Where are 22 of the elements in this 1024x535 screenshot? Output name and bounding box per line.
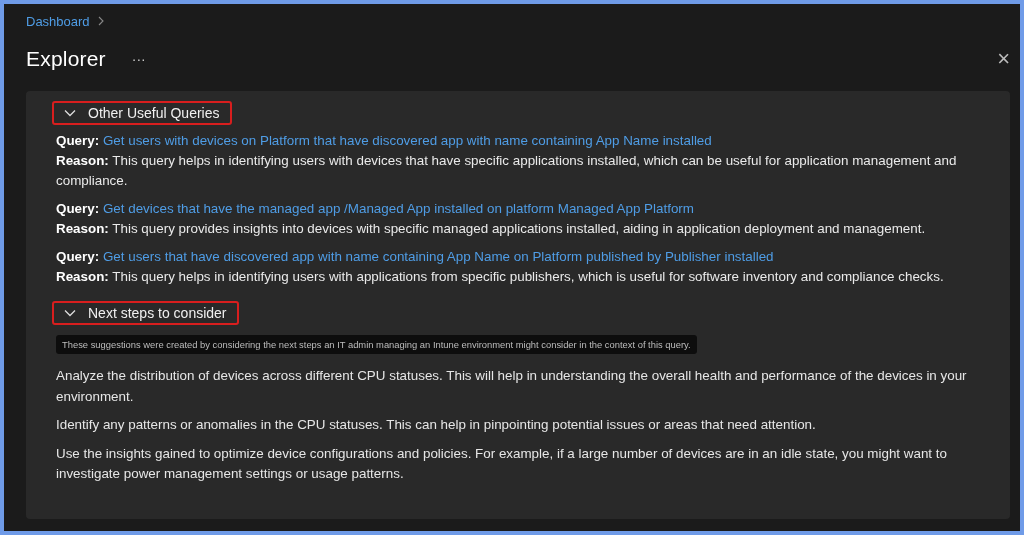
suggestion-note: These suggestions were created by considering the next steps an IT admin managing an Intune environment might consider in the context of this query. (56, 335, 697, 354)
more-button[interactable]: ··· (127, 51, 150, 67)
reason-text: Reason: This query provides insights into devices with specific managed applications installed, aiding in application deployment and management. (56, 220, 927, 238)
chevron-icon (64, 309, 76, 317)
query-link[interactable]: Get users with devices on Platform that have discovered app with name containing App Name installed (102, 133, 712, 148)
step-paragraph: Identify any patterns or anomalies in the CPU statuses. This can help in pinpointing potential issues or areas that need attention. (56, 416, 817, 434)
chevron-icon (97, 16, 104, 26)
chevron-icon (64, 109, 76, 117)
step-paragraph: Analyze the distribution of devices across different CPU statuses. This will help in understanding the overall health and performance of the devices in your environment. (56, 367, 968, 406)
section-header[interactable]: Next steps to consider (52, 301, 239, 325)
query-text: Query: Get users that have discovered app with name containing App Name on Platform published by Publisher installed (56, 248, 775, 266)
query-text: Query: Get users with devices on Platform that have discovered app with name containing App Name installed (56, 132, 713, 150)
query-link[interactable]: Get users that have discovered app with name containing App Name on Platform published by Publisher installed (102, 249, 774, 264)
query-text: Query: Get devices that have the managed app /Managed App installed on platform Managed App Platform (56, 200, 695, 218)
reason-text: Reason: This query helps in identifying users with devices that have specific applications installed, which can be useful for application management and compliance. (56, 152, 958, 190)
section-header[interactable]: Other Useful Queries (52, 101, 232, 125)
page-title: Explorer (26, 47, 106, 71)
reason-text: Reason: This query helps in identifying users with applications from specific publishers, which is useful for software inventory and compliance checks. (56, 268, 945, 286)
step-paragraph: Use the insights gained to optimize device configurations and policies. For example, if a large number of devices are in an idle state, you might want to investigate power management settings or usage patterns. (56, 444, 948, 483)
breadcrumb-link[interactable]: Dashboard (26, 13, 90, 29)
query-link[interactable]: Get devices that have the managed app /Managed App installed on platform Managed App Platform (102, 201, 694, 216)
close-button[interactable]: × (995, 49, 1012, 69)
